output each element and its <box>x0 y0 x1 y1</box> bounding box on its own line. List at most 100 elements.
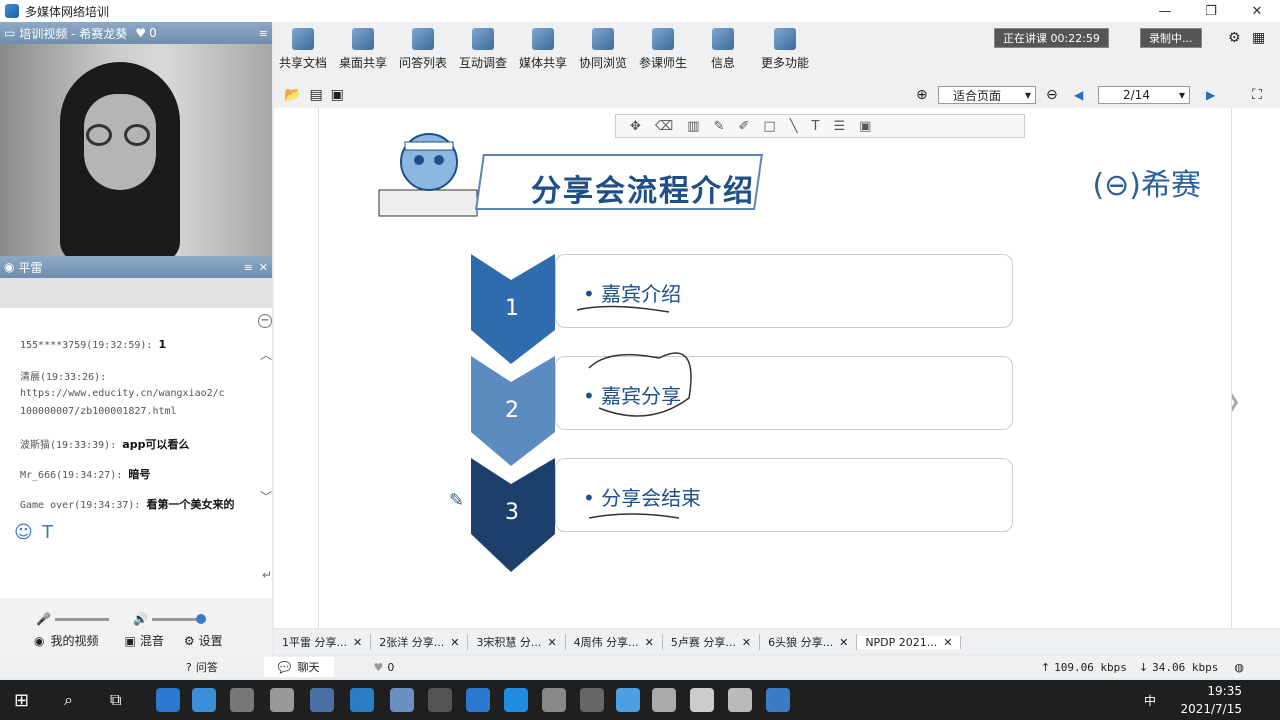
close-icon[interactable]: ✕ <box>839 636 848 649</box>
app-icon[interactable] <box>766 688 790 712</box>
text-format-icon[interactable]: T <box>42 522 53 543</box>
desktop-share-tool[interactable]: 桌面共享 <box>334 28 392 71</box>
task-view-icon[interactable]: ⧉ <box>110 690 121 710</box>
mix-button[interactable]: 混音 <box>140 632 164 649</box>
send-icon[interactable]: ↵ <box>262 568 272 582</box>
media-share-tool[interactable]: 媒体共享 <box>514 28 572 71</box>
grid-icon[interactable]: ▦ <box>1252 30 1265 46</box>
prev-page-icon[interactable]: ◀ <box>1074 88 1083 102</box>
doc-tab[interactable]: 2张洋 分享... ✕ <box>371 634 469 650</box>
close-icon[interactable]: ✕ <box>1234 0 1280 22</box>
pen-icon[interactable]: ✎ <box>714 119 725 134</box>
my-video-button[interactable]: 我的视频 <box>50 632 98 649</box>
screenshot-icon[interactable]: ▣ <box>859 119 871 134</box>
doc-tab-active[interactable]: NPDP 2021... ✕ <box>857 635 962 649</box>
eraser-icon[interactable]: ⌫ <box>655 119 673 134</box>
participants-tool[interactable]: 参课师生 <box>634 28 692 71</box>
app-icon[interactable] <box>390 688 414 712</box>
mix-icon[interactable]: ▣ <box>125 634 136 648</box>
qa-list-tool[interactable]: 问答列表 <box>394 28 452 71</box>
pointer-icon[interactable]: ✥ <box>630 119 641 134</box>
next-page-icon[interactable]: ▶ <box>1206 88 1215 102</box>
highlighter-icon[interactable]: ✐ <box>739 119 750 134</box>
doc-tab[interactable]: 4周伟 分享... ✕ <box>566 634 663 650</box>
network-icon[interactable]: ◍ <box>1234 661 1244 674</box>
clear-icon[interactable]: ▥ <box>687 119 699 134</box>
scroll-up-icon[interactable]: ︿ <box>260 346 272 363</box>
close-icon[interactable]: ✕ <box>742 636 751 649</box>
doc-tab[interactable]: 6头狼 分享... ✕ <box>760 634 858 650</box>
chat-tab[interactable]: 💬 聊天 <box>263 657 334 677</box>
app-icon[interactable] <box>616 688 640 712</box>
window-title: 多媒体网络培训 <box>25 4 110 19</box>
windows-start-icon[interactable]: ⊞ <box>14 690 29 711</box>
document-tabs: 1平雷 分享... ✕ 2张洋 分享... ✕ 3宋积慧 分... ✕ 4周伟 分享.… <box>274 630 1280 654</box>
search-icon[interactable]: ⌕ <box>64 690 73 710</box>
chat-link[interactable]: https://www.educity.cn/wangxiao2/c <box>20 388 225 399</box>
app-icon[interactable] <box>230 688 254 712</box>
doc-tab[interactable]: 3宋积慧 分... ✕ <box>468 634 566 650</box>
chat-message: 波斯猫(19:33:39): app可以看么 <box>20 438 190 451</box>
line-icon[interactable]: ╲ <box>790 119 798 134</box>
app-icon[interactable] <box>690 688 714 712</box>
screen-icon[interactable]: ▣ <box>331 87 344 103</box>
panel-menu-icon[interactable]: ≡ <box>244 261 253 274</box>
emoji-icon[interactable]: ☺ <box>14 522 33 543</box>
like-icon[interactable]: ♥ <box>374 661 384 674</box>
gear-icon[interactable]: ⚙ <box>184 634 195 648</box>
mic-volume-slider[interactable] <box>54 617 109 621</box>
app-icon[interactable] <box>192 688 216 712</box>
shield-icon[interactable] <box>466 688 490 712</box>
text-icon[interactable]: T <box>812 119 820 134</box>
webcam-icon[interactable]: ◉ <box>34 634 44 648</box>
ime-indicator[interactable]: 中 <box>1144 692 1156 709</box>
speaker-icon[interactable]: 🔊 <box>133 612 148 626</box>
close-icon[interactable]: ✕ <box>450 636 459 649</box>
zoom-select[interactable]: 适合页面 ▾ <box>938 86 1036 104</box>
page-select[interactable]: 2/14 ▾ <box>1098 86 1190 104</box>
scroll-down-icon[interactable]: ﹀ <box>260 488 272 505</box>
app-icon[interactable] <box>428 688 452 712</box>
ie-icon[interactable] <box>156 688 180 712</box>
record-status[interactable]: 录制中... <box>1140 28 1202 48</box>
zoom-out-icon[interactable]: ⊖ <box>1046 87 1058 103</box>
close-icon[interactable]: ✕ <box>547 636 556 649</box>
line-style-icon[interactable]: ☰ <box>833 119 845 134</box>
panel-menu-icon[interactable]: ≡ <box>259 27 268 40</box>
doc-tab[interactable]: 1平雷 分享... ✕ <box>274 634 372 650</box>
chat-link[interactable]: 100000007/zb100001827.html <box>20 406 177 417</box>
close-icon[interactable]: ✕ <box>943 636 952 649</box>
close-icon[interactable]: ✕ <box>353 636 362 649</box>
app-icon[interactable] <box>504 688 528 712</box>
app-icon[interactable] <box>350 688 374 712</box>
co-browse-tool[interactable]: 协同浏览 <box>574 28 632 71</box>
folder-icon[interactable]: 📂 <box>284 87 301 103</box>
app-icon[interactable] <box>728 688 752 712</box>
app-icon[interactable] <box>542 688 566 712</box>
app-icon[interactable] <box>652 688 676 712</box>
save-icon[interactable]: ▤ <box>309 87 322 103</box>
fullscreen-icon[interactable]: ⛶ <box>1252 87 1262 103</box>
minimize-icon[interactable]: — <box>1142 0 1188 22</box>
zoom-in-icon[interactable]: ⊕ <box>916 87 928 103</box>
close-icon[interactable]: ✕ <box>259 261 268 274</box>
doc-tab[interactable]: 5卢赛 分享... ✕ <box>663 634 761 650</box>
app-icon[interactable] <box>310 688 334 712</box>
maximize-icon[interactable]: ❐ <box>1188 0 1234 22</box>
app-icon[interactable] <box>580 688 604 712</box>
speaker-volume-slider[interactable] <box>151 613 206 624</box>
microphone-icon[interactable]: 🎤 <box>36 612 51 626</box>
rectangle-icon[interactable]: □ <box>763 119 775 134</box>
qa-tab[interactable]: ? 问答 <box>186 659 218 675</box>
settings-button[interactable]: 设置 <box>199 632 223 649</box>
info-tool[interactable]: 信息 <box>694 28 752 71</box>
survey-tool[interactable]: 互动调查 <box>454 28 512 71</box>
app-icon[interactable] <box>270 688 294 712</box>
gear-icon[interactable]: ⚙ <box>1228 30 1241 46</box>
collapse-icon[interactable]: − <box>258 314 272 328</box>
more-tool[interactable]: 更多功能 <box>754 28 816 71</box>
list-icon <box>412 28 434 50</box>
share-doc-tool[interactable]: 共享文档 <box>274 28 332 71</box>
close-icon[interactable]: ✕ <box>645 636 654 649</box>
system-clock[interactable]: 19:35 2021/7/15 <box>1180 682 1242 718</box>
